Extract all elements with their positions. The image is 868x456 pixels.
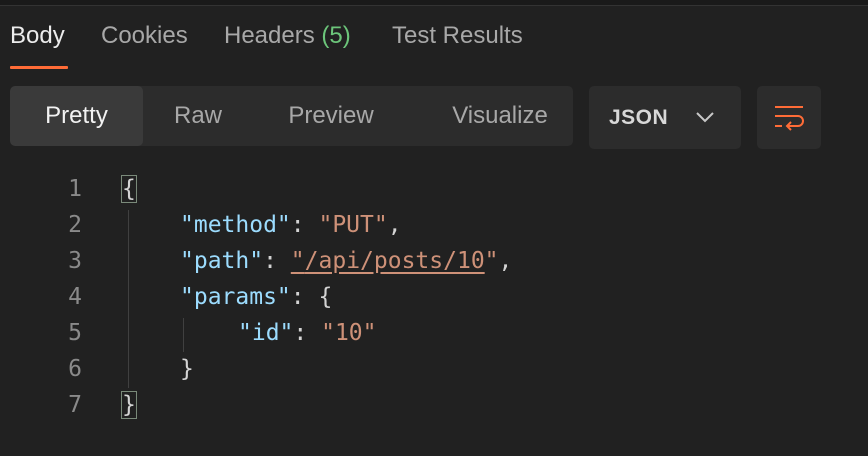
line-number: 5 (68, 320, 82, 346)
code-line-5: "id": "10" (238, 320, 377, 346)
code-line-2: "method": "PUT", (180, 212, 402, 238)
chevron-down-icon (696, 112, 714, 123)
response-tabs: Body Cookies Headers (5) Test Results (0, 18, 868, 70)
line-number: 2 (68, 212, 82, 238)
tab-body[interactable]: Body (10, 22, 65, 50)
code-line-4: "params": { (180, 284, 333, 310)
response-body-editor[interactable]: 1 2 3 4 5 6 7 { "method": "PUT", "path":… (0, 170, 868, 456)
code-line-6: } (180, 356, 194, 382)
indent-guide (183, 318, 184, 352)
top-border (0, 0, 868, 6)
code-line-1: { (121, 175, 137, 203)
wrap-lines-icon (775, 106, 804, 131)
json-key: "id" (238, 320, 294, 346)
view-mode-raw[interactable]: Raw (143, 86, 253, 146)
line-number: 3 (68, 248, 82, 274)
wrap-lines-button[interactable] (757, 86, 821, 149)
code-line-7: } (121, 391, 137, 419)
line-number: 6 (68, 356, 82, 382)
view-mode-pretty[interactable]: Pretty (10, 86, 143, 146)
code-line-3: "path": "/api/posts/10", (180, 248, 513, 274)
json-key: "method" (180, 212, 291, 238)
line-number: 7 (68, 392, 82, 418)
matched-bracket: { (121, 175, 137, 203)
json-string: "PUT" (318, 212, 388, 238)
headers-count-badge: (5) (321, 22, 351, 49)
view-mode-visualize[interactable]: Visualize (430, 86, 570, 146)
indent-guide (128, 210, 129, 388)
tab-headers-label: Headers (224, 22, 315, 49)
json-key: "params" (180, 284, 291, 310)
line-number: 1 (68, 176, 82, 202)
matched-bracket: } (121, 391, 137, 419)
format-dropdown[interactable]: JSON (589, 86, 741, 149)
json-link[interactable]: "/api/posts/10 (291, 248, 485, 274)
format-dropdown-value: JSON (609, 106, 669, 129)
json-key: "path" (180, 248, 264, 274)
tab-headers[interactable]: Headers (5) (224, 22, 351, 50)
line-number: 4 (68, 284, 82, 310)
view-mode-selector: Pretty Raw Preview Visualize (10, 86, 573, 146)
tab-cookies[interactable]: Cookies (101, 22, 188, 50)
tab-test-results[interactable]: Test Results (392, 22, 523, 50)
active-tab-indicator (10, 66, 68, 69)
json-string: "10" (321, 320, 377, 346)
view-mode-preview[interactable]: Preview (266, 86, 396, 146)
